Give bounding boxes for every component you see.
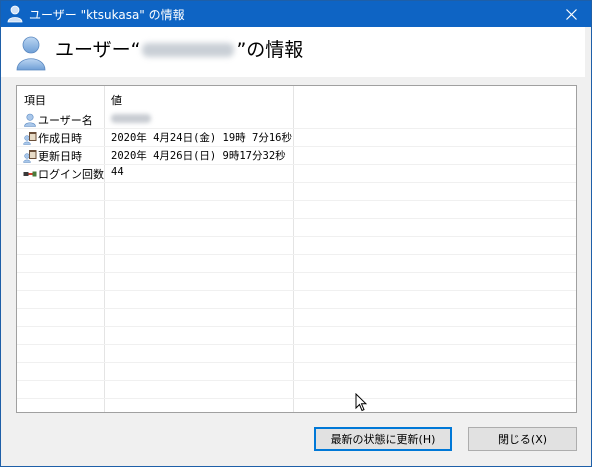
empty-row [17,182,576,201]
row-key-label: 更新日時 [38,150,82,163]
user-icon [15,35,47,71]
list-item[interactable]: ユーザー名 [17,110,576,129]
empty-row [17,236,576,255]
refresh-button[interactable]: 最新の状態に更新(H) [314,427,452,451]
row-key: ユーザー名 [23,112,93,128]
page-title: ユーザー“ ”の情報 [55,35,303,62]
close-dialog-button[interactable]: 閉じる(X) [468,427,577,451]
row-key: ログイン回数 [23,166,104,182]
empty-row [17,344,576,363]
row-key-label: ログイン回数 [38,168,104,181]
row-key: 作成日時 [23,130,82,146]
row-key-label: ユーザー名 [38,114,93,127]
window-title: ユーザー "ktsukasa" の情報 [29,8,185,22]
empty-row [17,308,576,327]
mouse-cursor-icon [355,393,367,412]
redacted-value [111,113,151,123]
user-properties-list[interactable]: 項目 値 ユーザー名 作成日時 2020年 4月24日(金) 19時 7分16秒… [16,85,577,413]
close-icon [565,8,577,20]
column-header-value[interactable]: 値 [111,92,122,108]
calendar-user-icon [23,150,37,163]
window-edge [585,27,591,466]
empty-row [17,218,576,237]
title-suffix: ”の情報 [236,39,304,61]
empty-row [17,254,576,273]
row-key: 更新日時 [23,148,82,164]
empty-row [17,200,576,219]
redacted-username [142,43,235,57]
title-prefix: ユーザー“ [55,39,141,61]
user-info-dialog: ユーザー "ktsukasa" の情報 ユーザー“ ”の情報 項目 値 ユーザー… [0,0,592,467]
empty-row [17,380,576,399]
close-button[interactable] [551,1,591,27]
row-value: 44 [111,166,124,178]
list-item[interactable]: 更新日時 2020年 4月26日(日) 9時17分32秒 [17,146,576,165]
empty-row [17,290,576,309]
row-key-label: 作成日時 [38,132,82,145]
login-key-icon [23,171,37,177]
list-item[interactable]: ログイン回数 44 [17,164,576,183]
title-bar[interactable]: ユーザー "ktsukasa" の情報 [1,1,591,27]
row-value: 2020年 4月24日(金) 19時 7分16秒 [111,132,292,144]
user-icon [7,5,23,23]
empty-row [17,362,576,381]
row-value: 2020年 4月26日(日) 9時17分32秒 [111,150,286,162]
empty-row [17,326,576,345]
column-header-item[interactable]: 項目 [24,92,46,108]
calendar-user-icon [23,132,37,145]
list-item[interactable]: 作成日時 2020年 4月24日(金) 19時 7分16秒 [17,128,576,147]
user-icon [24,113,36,127]
empty-row [17,272,576,291]
dialog-header: ユーザー“ ”の情報 [1,27,591,77]
row-value [111,112,151,124]
